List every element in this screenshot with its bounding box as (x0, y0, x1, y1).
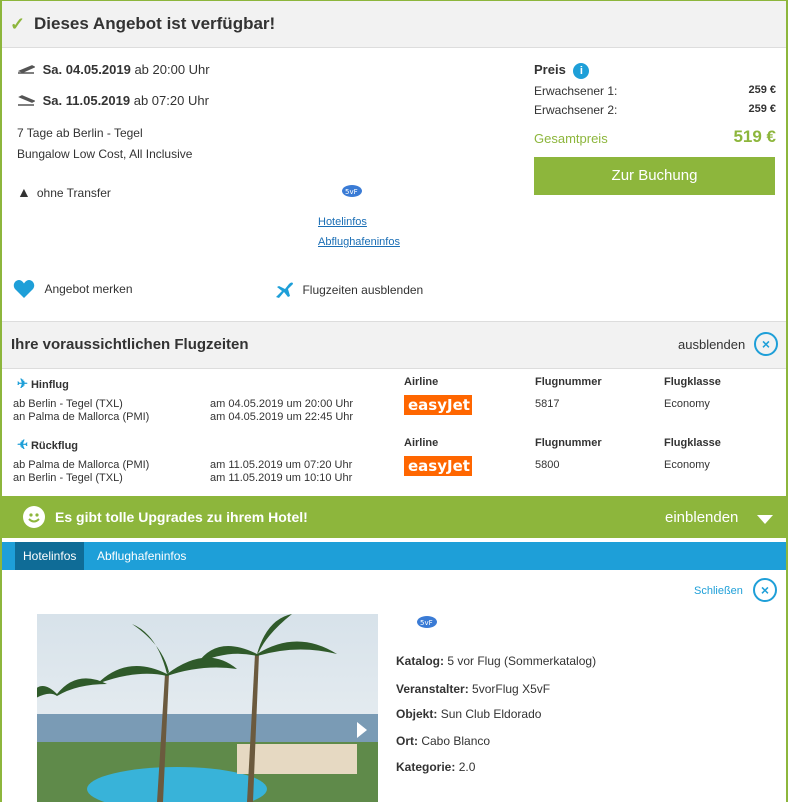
remember-offer[interactable]: Angebot merken (13, 279, 133, 299)
class-header-1: Flugklasse (664, 376, 721, 388)
outbound-time: ab 20:00 Uhr (134, 62, 210, 77)
flightno-header-2: Flugnummer (535, 437, 602, 449)
veranstalter-row: Veranstalter: 5vorFlug X5vF (396, 682, 551, 696)
warning-icon: ▲ (17, 184, 31, 200)
outbound-class: Economy (664, 398, 710, 410)
inbound-to: an Berlin - Tegel (TXL) (13, 472, 123, 484)
inbound-label: Rückflug (30, 440, 79, 452)
outbound-dep: am 04.05.2019 um 20:00 Uhr (210, 398, 354, 410)
chevron-down-icon[interactable] (756, 512, 774, 530)
transfer-label: ohne Transfer (36, 186, 111, 200)
outbound-to: an Palma de Mallorca (PMI) (13, 411, 150, 423)
remember-label: Angebot merken (44, 282, 133, 297)
trip-duration: 7 Tage ab Berlin - Tegel (17, 126, 143, 140)
outbound-arr: am 04.05.2019 um 22:45 Uhr (210, 411, 354, 423)
inbound-date: Sa. 11.05.2019 (42, 93, 131, 108)
hotelinfos-link[interactable]: Hotelinfos (318, 216, 367, 228)
ort-row: Ort: Cabo Blanco (396, 734, 491, 748)
tab-airportinfos[interactable]: Abflughafeninfos (89, 542, 194, 570)
class-header-2: Flugklasse (664, 437, 721, 449)
operator-logo-icon: 5vF (341, 183, 363, 204)
availability-title: Dieses Angebot ist verfügbar! (34, 14, 276, 33)
kategorie-row: Kategorie: 2.0 (396, 760, 476, 774)
heart-icon (13, 280, 35, 298)
availability-header: ✓ Dieses Angebot ist verfügbar! (2, 1, 786, 48)
close-circle-icon[interactable]: × (754, 332, 778, 356)
plane-arrival-icon (18, 95, 36, 106)
outbound-from: ab Berlin - Tegel (TXL) (13, 398, 123, 410)
plane-departure-icon (17, 65, 36, 74)
upgrade-banner[interactable]: Es gibt tolle Upgrades zu ihrem Hotel! e… (2, 496, 786, 538)
adult1-label: Erwachsener 1: (534, 84, 618, 98)
adult2-price: 259 € (748, 103, 776, 115)
outbound-label: Hinflug (30, 379, 69, 391)
hide-flights-label: Flugzeiten ausblenden (302, 283, 424, 298)
outbound-label-row: ✈ Hinflug (17, 376, 69, 392)
svg-text:5vF: 5vF (420, 619, 433, 627)
airportinfos-link[interactable]: Abflughafeninfos (318, 236, 400, 248)
tab-hotelinfos[interactable]: Hotelinfos (15, 542, 85, 570)
inbound-class: Economy (664, 459, 710, 471)
transfer-info: ▲ ohne Transfer (17, 184, 111, 200)
outbound-date: Sa. 04.05.2019 (42, 62, 131, 77)
katalog-row: Katalog: 5 vor Flug (Sommerkatalog) (396, 654, 597, 668)
svg-text:5vF: 5vF (345, 188, 358, 196)
room-type: Bungalow Low Cost, All Inclusive (17, 147, 193, 161)
adult2-label: Erwachsener 2: (534, 103, 618, 117)
price-label: Preis i (534, 62, 590, 79)
upgrade-action[interactable]: einblenden (665, 509, 738, 526)
easyjet-logo: easyJet (404, 395, 472, 415)
airline-header-1: Airline (404, 376, 439, 388)
info-icon[interactable]: i (573, 63, 590, 79)
easyjet-logo: easyJet (404, 456, 472, 476)
flight-times-header: Ihre voraussichtlichen Flugzeiten ausble… (2, 321, 786, 369)
objekt-row: Objekt: Sun Club Eldorado (396, 707, 542, 721)
booking-button[interactable]: Zur Buchung (534, 157, 775, 195)
inbound-from: ab Palma de Mallorca (PMI) (13, 459, 150, 471)
smiley-icon (23, 506, 45, 528)
hotel-image (37, 614, 378, 802)
check-icon: ✓ (10, 14, 26, 34)
plane-right-icon: ✈ (17, 376, 28, 391)
airplane-icon (276, 282, 293, 298)
close-link[interactable]: Schließen (694, 585, 743, 597)
inbound-number: 5800 (535, 459, 560, 471)
inbound-arr: am 11.05.2019 um 10:10 Uhr (210, 472, 353, 484)
inbound-time: ab 07:20 Uhr (133, 93, 209, 108)
airline-header-2: Airline (404, 437, 439, 449)
plane-left-icon: ✈ (17, 437, 28, 452)
close-circle-icon[interactable]: × (753, 578, 777, 602)
inbound-dep: am 11.05.2019 um 07:20 Uhr (210, 459, 353, 471)
outbound-summary: Sa. 04.05.2019 ab 20:00 Uhr (17, 62, 210, 77)
flight-times-title: Ihre voraussichtlichen Flugzeiten (11, 336, 249, 353)
info-tabs: Hotelinfos Abflughafeninfos (2, 542, 786, 570)
flightno-header-1: Flugnummer (535, 376, 602, 388)
adult1-price: 259 € (748, 84, 776, 96)
inbound-label-row: ✈ Rückflug (17, 437, 78, 453)
total-label: Gesamtpreis (534, 131, 608, 146)
inbound-summary: Sa. 11.05.2019 ab 07:20 Uhr (17, 93, 209, 108)
outbound-number: 5817 (535, 398, 560, 410)
upgrade-text: Es gibt tolle Upgrades zu ihrem Hotel! (55, 509, 308, 525)
total-price: 519 € (733, 127, 776, 146)
hide-flights-label-2[interactable]: ausblenden (678, 337, 745, 352)
hide-flights-toggle[interactable]: Flugzeiten ausblenden (274, 281, 423, 299)
operator-logo-icon: 5vF (416, 614, 438, 635)
